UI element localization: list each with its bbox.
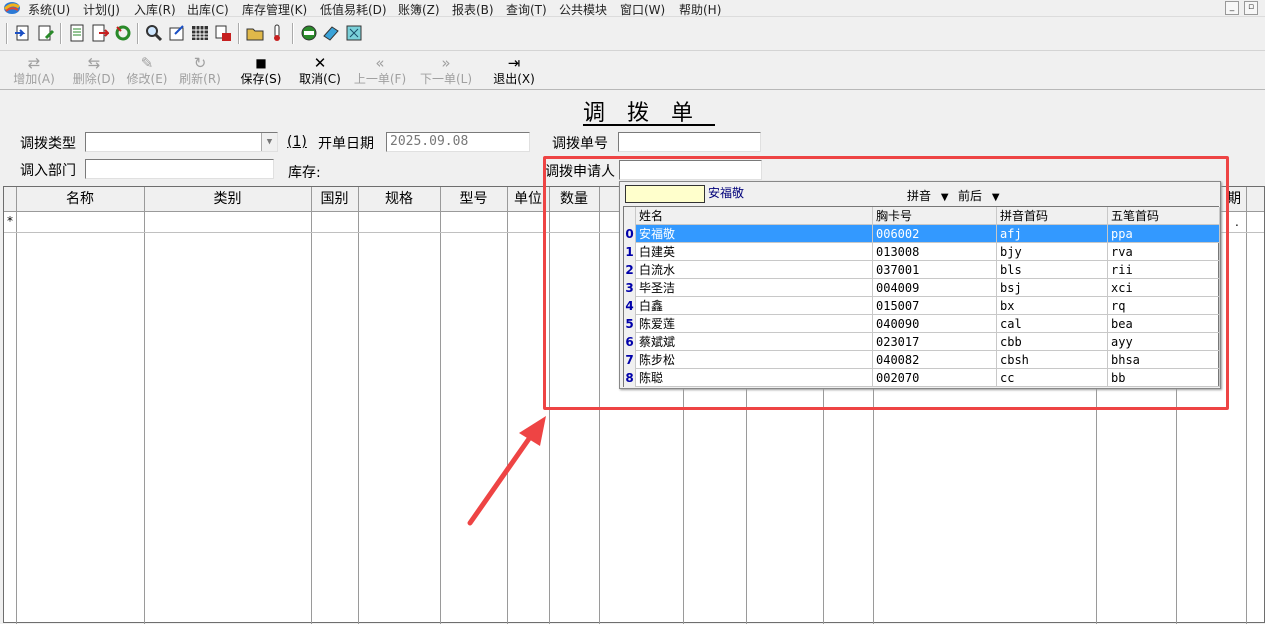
thermometer-icon[interactable] [268,24,286,42]
stock-label: 库存: [288,165,321,181]
toolbar-separator [6,23,8,44]
menu-inventory[interactable]: 库存管理(K) [242,1,307,18]
minus-circle-icon[interactable] [300,24,318,42]
minimize-button[interactable]: _ [1225,1,1239,15]
modify-icon: ✎ [140,54,154,72]
delete-icon: ⇆ [87,54,101,72]
grid-divider [16,187,17,624]
col-header-name[interactable]: 名称 [16,187,144,212]
toolbar-separator [60,23,62,44]
book-icon[interactable] [322,24,340,42]
chevron-double-right-icon: » [441,54,451,72]
exit-icon: ⇥ [507,54,521,72]
calculator-icon[interactable] [345,24,363,42]
grid-divider [507,187,508,624]
refresh-button[interactable]: ↻ 刷新(R) [177,54,223,90]
chevron-double-left-icon: « [375,54,385,72]
chevron-down-icon[interactable]: ▼ [261,133,277,151]
grid-divider [144,187,145,624]
open-date-label: 开单日期 [318,136,374,152]
menu-query[interactable]: 查询(T) [506,1,547,18]
toolbar-separator [137,23,139,44]
dept-label: 调入部门 [20,163,76,179]
refresh-icon: ↻ [193,54,207,72]
add-icon: ⇄ [27,54,41,72]
menu-help[interactable]: 帮助(H) [679,1,721,18]
new-row-marker: * [7,214,13,228]
col-header-spec[interactable]: 规格 [358,187,440,212]
menu-system[interactable]: 系统(U) [28,1,70,18]
transfer-type-label: 调拨类型 [20,136,76,152]
icon-toolbar [0,20,1265,47]
col-header-country[interactable]: 国别 [311,187,358,212]
col-header-category[interactable]: 类别 [144,187,311,212]
grid-divider [440,187,441,624]
add-button[interactable]: ⇄ 增加(A) [12,54,56,90]
action-toolbar: ⇄ 增加(A) ⇆ 删除(D) ✎ 修改(E) ↻ 刷新(R) ■ 保存(S) … [0,50,1265,90]
restore-button[interactable]: ▫ [1244,1,1258,15]
col-header-model[interactable]: 型号 [440,187,507,212]
annotation-highlight-box [543,156,1229,410]
import-icon[interactable] [14,24,32,42]
export-icon[interactable] [91,24,109,42]
menu-plan[interactable]: 计划(J) [83,1,120,18]
grid-divider [311,187,312,624]
menu-window[interactable]: 窗口(W) [620,1,665,18]
save-icon: ■ [255,56,267,70]
close-icon: ✕ [313,54,327,72]
menu-ledger[interactable]: 账簿(Z) [398,1,440,18]
recycle-icon[interactable] [114,24,132,42]
menu-common[interactable]: 公共模块 [559,1,607,18]
marker-one: (1) [287,134,307,150]
report-icon[interactable] [68,24,86,42]
print-icon[interactable] [214,24,232,42]
row-cell-dot: . [1235,215,1239,229]
cancel-button[interactable]: ✕ 取消(C) [297,54,343,90]
transfer-no-field[interactable] [618,132,761,152]
search-icon[interactable] [145,24,163,42]
save-button[interactable]: ■ 保存(S) [238,54,284,90]
menu-low-value[interactable]: 低值易耗(D) [320,1,387,18]
toolbar-separator [238,23,240,44]
page-title: 调拨单 [582,101,715,126]
transfer-no-label: 调拨单号 [552,136,608,152]
menu-inbound[interactable]: 入库(R) [134,1,176,18]
edit-doc-icon[interactable] [37,24,55,42]
grid-divider [358,187,359,624]
dept-field[interactable] [85,159,274,179]
grid-icon[interactable] [191,24,209,42]
exit-button[interactable]: ⇥ 退出(X) [491,54,537,90]
folder-icon[interactable] [246,24,264,42]
toolbar-separator [292,23,294,44]
delete-button[interactable]: ⇆ 删除(D) [70,54,118,90]
menu-outbound[interactable]: 出库(C) [187,1,229,18]
prev-order-button[interactable]: « 上一单(F) [352,54,408,90]
modify-button[interactable]: ✎ 修改(E) [124,54,170,90]
app-logo-icon [3,2,20,14]
open-date-field[interactable]: 2025.09.08 [386,132,530,152]
menu-report[interactable]: 报表(B) [452,1,494,18]
grid-divider [1246,187,1247,624]
form-icon[interactable] [168,24,186,42]
transfer-type-select[interactable]: ▼ [85,132,278,152]
menu-bar: 系统(U) 计划(J) 入库(R) 出库(C) 库存管理(K) 低值易耗(D) … [0,0,1265,17]
next-order-button[interactable]: » 下一单(L) [418,54,474,90]
